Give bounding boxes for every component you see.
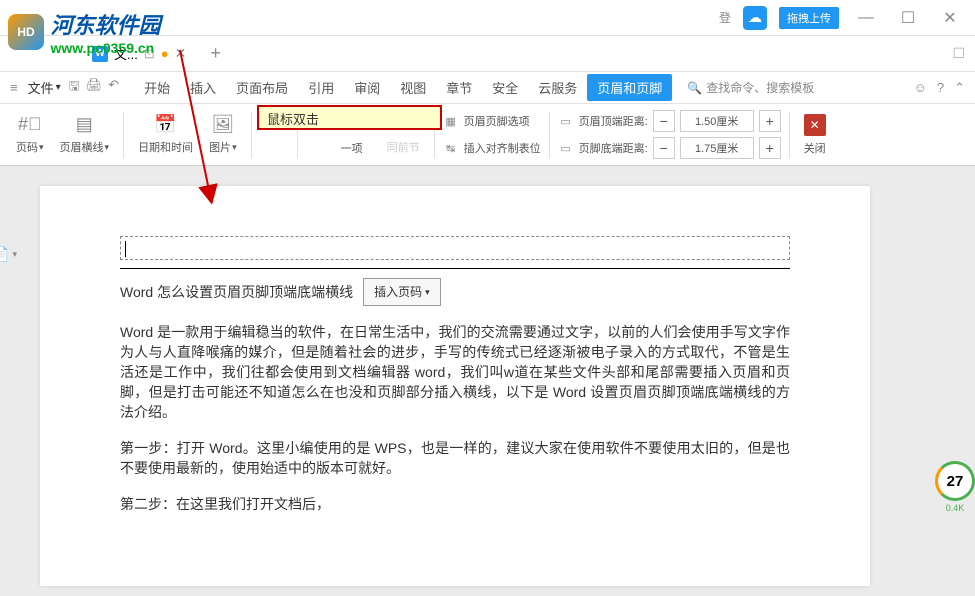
file-menu[interactable]: 文件▾ [28, 78, 61, 97]
footer-distance-input[interactable]: 1.75厘米 [680, 137, 754, 159]
options-icon: ▦ [443, 115, 459, 128]
document-page[interactable]: 📄▾ 页眉 Word 怎么设置页眉页脚顶端底端横线 插入页码 ▾ Word 是一… [40, 186, 870, 586]
watermark-logo-icon [8, 14, 44, 50]
document-area: 📄▾ 页眉 Word 怎么设置页眉页脚顶端底端横线 插入页码 ▾ Word 是一… [0, 166, 975, 596]
ribbon: #⃣ 页码 ▾ ▤ 页眉横线 ▾ 📅 日期和时间 🖼 图片 ▾ ▭ ◧ 显示前一… [0, 104, 975, 166]
search-icon: 🔍 [687, 81, 702, 95]
footer-distance-label: 页脚底端距离: [579, 140, 648, 156]
help-icon[interactable]: ? [937, 80, 944, 96]
ruler-top-icon: ▭ [558, 115, 574, 128]
watermark-url: www.pc0359.cn [50, 40, 160, 56]
watermark-title: 河东软件园 [50, 8, 160, 40]
collapse-ribbon-icon[interactable]: ⌃ [954, 80, 965, 96]
paragraph-3: 第二步：在这里我们打开文档后， [120, 494, 790, 514]
header-distance-input[interactable]: 1.50厘米 [680, 110, 754, 132]
menu-page-layout[interactable]: 页面布局 [226, 74, 298, 101]
tab-dot-icon: ● [161, 46, 169, 61]
picture-icon: 🖼 [211, 114, 234, 135]
quick-undo-icon[interactable]: ↶ [108, 77, 119, 99]
header-distance-minus[interactable]: − [653, 110, 675, 132]
speed-widget[interactable]: 27 0.4K [935, 461, 975, 521]
insert-page-number-button[interactable]: 插入页码 ▾ [363, 278, 441, 306]
menu-view[interactable]: 视图 [390, 74, 436, 101]
tabs-list-icon[interactable]: ☐ [952, 45, 965, 62]
menu-header-footer[interactable]: 页眉和页脚 [587, 74, 672, 101]
menu-insert[interactable]: 插入 [180, 74, 226, 101]
menu-cloud[interactable]: 云服务 [528, 74, 587, 101]
watermark: 河东软件园 www.pc0359.cn [8, 8, 160, 56]
footer-distance-plus[interactable]: + [759, 137, 781, 159]
close-window-button[interactable]: ✕ [935, 8, 965, 28]
cloud-icon[interactable]: ☁ [743, 6, 767, 30]
close-tab-icon[interactable]: ✕ [175, 45, 187, 62]
date-time-button[interactable]: 📅 日期和时间 [132, 107, 199, 163]
menu-references[interactable]: 引用 [298, 74, 344, 101]
page-number-icon: #⃣ [18, 114, 42, 135]
header-line-icon: ▤ [76, 114, 93, 135]
search-bar[interactable]: 🔍 查找命令、搜索模板 [687, 79, 814, 96]
calendar-icon: 📅 [154, 114, 176, 135]
menu-section[interactable]: 章节 [436, 74, 482, 101]
next-button[interactable]: 一项 [341, 136, 382, 160]
paragraph-1: Word 是一款用于编辑稳当的软件，在日常生活中，我们的交流需要通过文字，以前的… [120, 322, 790, 422]
page-number-button[interactable]: #⃣ 页码 ▾ [10, 107, 50, 163]
header-footer-options-button[interactable]: ▦ 页眉页脚选项 [443, 109, 541, 133]
header-line-button[interactable]: ▤ 页眉横线 ▾ [54, 107, 116, 163]
new-tab-button[interactable]: + [210, 43, 221, 64]
close-header-footer-button[interactable]: ✕ 关闭 [798, 107, 832, 163]
emoji-icon[interactable]: ☺ [914, 80, 927, 96]
menu-security[interactable]: 安全 [482, 74, 528, 101]
document-title: Word 怎么设置页眉页脚顶端底端横线 [120, 282, 353, 302]
speed-label: 0.4K [935, 503, 975, 513]
header-distance-label: 页眉顶端距离: [579, 113, 648, 129]
ruler-bottom-icon: ▭ [558, 142, 574, 155]
doc-side-icon[interactable]: 📄▾ [0, 246, 8, 262]
quick-save-icon[interactable]: 🖫 [69, 77, 80, 99]
close-x-icon: ✕ [804, 114, 826, 136]
paragraph-2: 第一步：打开 Word。这里小编使用的是 WPS，也是一样的，建议大家在使用软件… [120, 438, 790, 478]
drag-upload-button[interactable]: 拖拽上传 [779, 7, 839, 29]
quick-print-icon[interactable]: 🖨 [86, 77, 103, 99]
menu-bar: ≡ 文件▾ 🖫 🖨 ↶ 开始 插入 页面布局 引用 审阅 视图 章节 安全 云服… [0, 72, 975, 104]
header-edit-region[interactable] [120, 236, 790, 260]
menu-hamburger-icon[interactable]: ≡ [10, 80, 18, 95]
insert-align-tab-button[interactable]: ↹ 插入对齐制表位 [443, 136, 541, 160]
tooltip-double-click: 鼠标双击 [257, 105, 442, 130]
speed-value: 27 [935, 461, 975, 501]
footer-distance-minus[interactable]: − [653, 137, 675, 159]
maximize-button[interactable]: ☐ [893, 8, 923, 28]
minimize-button[interactable]: — [851, 8, 881, 28]
login-link[interactable]: 登 [719, 9, 731, 26]
menu-review[interactable]: 审阅 [344, 74, 390, 101]
header-distance-plus[interactable]: + [759, 110, 781, 132]
tab-icon: ↹ [443, 142, 459, 155]
menu-home[interactable]: 开始 [134, 74, 180, 101]
picture-button[interactable]: 🖼 图片 ▾ [203, 107, 243, 163]
